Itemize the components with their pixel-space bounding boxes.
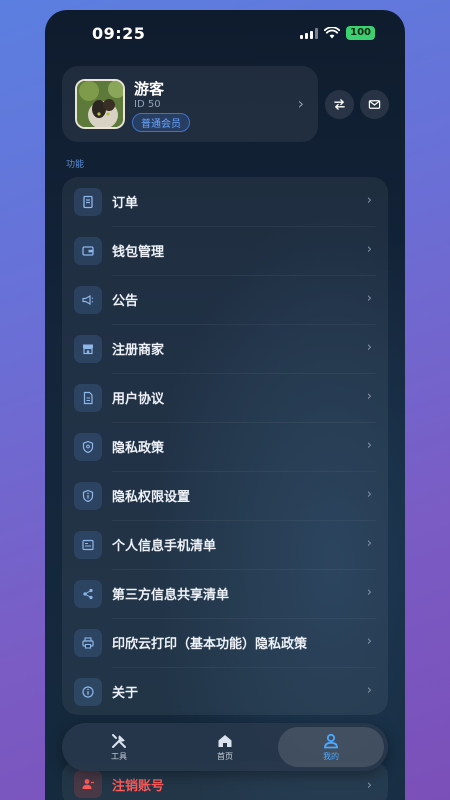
messages-button[interactable]: [360, 90, 389, 119]
menu-item-label: 公告: [112, 294, 139, 309]
section-title: 功能: [66, 160, 85, 170]
megaphone-icon: [74, 285, 102, 314]
tab-label: 工具: [111, 752, 127, 761]
menu-item-label: 个人信息手机清单: [112, 539, 217, 554]
chevron-right-icon: ›: [366, 291, 372, 306]
chevron-right-icon: ›: [366, 340, 372, 355]
profile-id: ID 50: [134, 99, 161, 110]
shield-icon: [74, 432, 102, 461]
menu-item-label: 隐私权限设置: [112, 490, 191, 505]
document-icon: [74, 383, 102, 412]
avatar: [75, 79, 125, 129]
menu-item-label: 用户协议: [112, 392, 165, 407]
tools-icon: [112, 734, 126, 748]
menu-item-label: 订单: [112, 196, 139, 211]
phone-screen: 09:25 100 游客 ID 50 普通会员 › 功能 订单 › 钱包管理 ›…: [45, 10, 405, 800]
info-icon: [74, 677, 102, 706]
menu-item-label: 第三方信息共享清单: [112, 588, 230, 603]
chevron-right-icon: ›: [366, 193, 372, 208]
status-icons: 100: [300, 26, 375, 40]
menu-item-label: 关于: [112, 686, 139, 701]
chevron-right-icon: ›: [366, 438, 372, 453]
menu-item-privacy-permissions[interactable]: 隐私权限设置 ›: [62, 471, 388, 520]
menu-item-personal-info-list[interactable]: 个人信息手机清单 ›: [62, 520, 388, 569]
user-remove-icon: [74, 770, 102, 798]
switch-account-button[interactable]: [325, 90, 354, 119]
function-menu: 订单 › 钱包管理 › 公告 › 注册商家 › 用户协议 › 隐私政策 › 隐私…: [62, 177, 388, 715]
tab-tools[interactable]: 工具: [66, 727, 172, 767]
chevron-right-icon: ›: [366, 487, 372, 502]
menu-item-print-privacy-policy[interactable]: 印欣云打印（基本功能）隐私政策 ›: [62, 618, 388, 667]
battery-indicator: 100: [346, 26, 375, 40]
menu-item-about[interactable]: 关于 ›: [62, 667, 388, 716]
home-icon: [218, 735, 232, 747]
member-badge: 普通会员: [132, 113, 190, 132]
tab-home[interactable]: 首页: [172, 727, 278, 767]
menu-item-label: 钱包管理: [112, 245, 165, 260]
user-icon: [324, 733, 338, 749]
menu-item-label: 印欣云打印（基本功能）隐私政策: [112, 637, 308, 652]
menu-item-privacy-policy[interactable]: 隐私政策 ›: [62, 422, 388, 471]
chevron-right-icon: ›: [366, 389, 372, 404]
chevron-right-icon: ›: [366, 634, 372, 649]
menu-item-wallet[interactable]: 钱包管理 ›: [62, 226, 388, 275]
tab-label: 我的: [323, 752, 339, 761]
printer-icon: [74, 628, 102, 657]
wallet-icon: [74, 236, 102, 265]
menu-item-user-agreement[interactable]: 用户协议 ›: [62, 373, 388, 422]
swap-icon: [334, 99, 345, 110]
logout-label: 注销账号: [112, 778, 165, 794]
order-icon: [74, 187, 102, 216]
menu-item-label: 注册商家: [112, 343, 165, 358]
status-time: 09:25: [92, 24, 146, 43]
chevron-right-icon: ›: [366, 242, 372, 257]
store-icon: [74, 334, 102, 363]
signal-icon: [300, 27, 319, 39]
tab-mine[interactable]: 我的: [278, 727, 384, 767]
chevron-right-icon: ›: [366, 536, 372, 551]
list-card-icon: [74, 530, 102, 559]
share-icon: [74, 579, 102, 608]
profile-name: 游客: [134, 80, 165, 98]
status-bar: 09:25 100: [45, 10, 405, 58]
menu-item-announcements[interactable]: 公告 ›: [62, 275, 388, 324]
chevron-right-icon: ›: [297, 94, 304, 113]
chevron-right-icon: ›: [366, 683, 372, 698]
profile-card[interactable]: 游客 ID 50 普通会员 ›: [62, 66, 318, 142]
menu-item-label: 隐私政策: [112, 441, 165, 456]
bottom-tab-bar: 工具 首页 我的: [62, 723, 388, 771]
menu-item-register-merchant[interactable]: 注册商家 ›: [62, 324, 388, 373]
wifi-icon: [324, 27, 341, 39]
info-icon: [74, 481, 102, 510]
mail-icon: [368, 100, 381, 109]
menu-item-third-party-sharing[interactable]: 第三方信息共享清单 ›: [62, 569, 388, 618]
chevron-right-icon: ›: [366, 778, 372, 793]
chevron-right-icon: ›: [366, 585, 372, 600]
tab-label: 首页: [217, 752, 233, 761]
menu-item-orders[interactable]: 订单 ›: [62, 177, 388, 226]
